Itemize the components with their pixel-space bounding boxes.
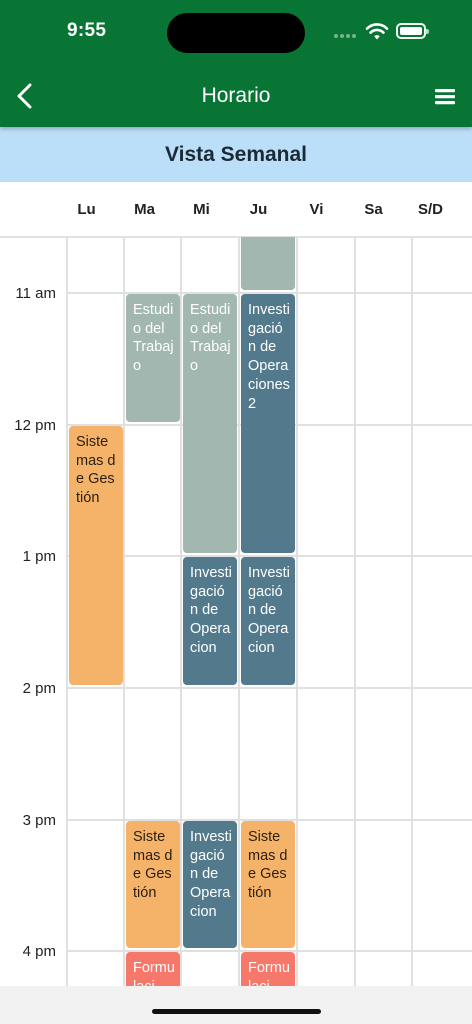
day-header-tuesday: Ma <box>134 201 155 218</box>
wifi-icon <box>365 23 389 40</box>
event-block[interactable]: Estudio del Trabajo <box>126 294 180 422</box>
event-block[interactable]: Investigación de Operaciones 2 <box>241 294 295 553</box>
app-bar: 9:55 Horario <box>0 0 472 127</box>
day-header-friday: Vi <box>309 201 324 218</box>
week-view-banner: Vista Semanal <box>0 127 472 182</box>
event-block[interactable]: Estudio del Trabajo <box>183 294 237 553</box>
event-block[interactable]: Investigación de Operacion <box>183 821 237 948</box>
grid-line <box>354 237 356 986</box>
day-header-row: Lu Ma Mi Ju Vi Sa S/D <box>0 182 472 238</box>
event-block[interactable]: Investigación de Operacion <box>183 557 237 685</box>
time-label: 3 pm <box>22 812 56 829</box>
event-block[interactable]: Formulaci <box>126 952 180 986</box>
grid-line <box>411 237 413 986</box>
dynamic-island <box>167 13 305 53</box>
grid-line <box>123 237 125 986</box>
event-block[interactable]: Sistemas de Gestión <box>241 821 295 948</box>
menu-button[interactable] <box>430 84 460 110</box>
event-block[interactable]: Investigación de Operacion <box>241 557 295 685</box>
grid-line <box>66 687 472 689</box>
cellular-signal-icon <box>334 31 360 39</box>
day-header-monday: Lu <box>77 201 96 218</box>
status-time: 9:55 <box>67 20 107 41</box>
day-header-wednesday: Mi <box>193 201 210 218</box>
grid-line <box>296 237 298 986</box>
schedule-grid[interactable]: 11 am 12 pm 1 pm 2 pm 3 pm 4 pm Estudio … <box>0 237 472 986</box>
battery-icon <box>396 23 429 39</box>
grid-line <box>180 237 182 986</box>
grid-line <box>66 237 68 986</box>
event-block[interactable]: Sistemas de Gestión <box>69 426 123 685</box>
day-header-saturday: Sa <box>364 201 383 218</box>
menu-icon <box>435 89 455 105</box>
event-block[interactable]: Formulaci <box>241 952 295 986</box>
grid-line <box>238 237 240 986</box>
day-header-sunday: S/D <box>417 201 443 218</box>
time-label: 4 pm <box>22 943 56 960</box>
event-block[interactable] <box>241 237 295 290</box>
time-label: 12 pm <box>14 417 56 434</box>
event-block[interactable]: Sistemas de Gestión <box>126 821 180 948</box>
home-indicator-area <box>0 986 472 1024</box>
time-label: 1 pm <box>22 548 56 565</box>
page-title: Horario <box>201 84 271 107</box>
home-indicator[interactable] <box>152 1009 321 1014</box>
time-label: 2 pm <box>22 680 56 697</box>
time-label: 11 am <box>15 285 56 302</box>
day-header-thursday: Ju <box>249 201 268 218</box>
